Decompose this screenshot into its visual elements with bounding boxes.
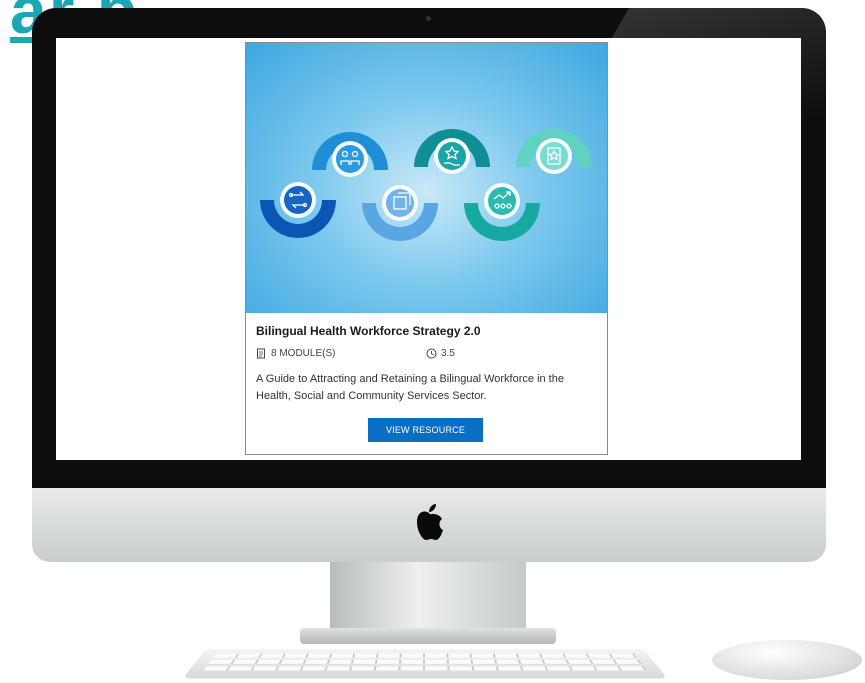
monitor-stand-base [300, 628, 556, 644]
card-illustration [246, 43, 607, 313]
card-title: Bilingual Health Workforce Strategy 2.0 [256, 324, 481, 338]
mouse [712, 640, 862, 680]
monitor-bezel: Bilingual Health Workforce Strategy 2.0 … [32, 8, 826, 488]
duration: 3.5 [426, 348, 455, 359]
camera-dot [426, 16, 431, 21]
monitor-screen: Bilingual Health Workforce Strategy 2.0 … [56, 38, 801, 460]
modules-label: 8 MODULE(S) [271, 348, 336, 359]
monitor-chin [32, 488, 826, 562]
resource-card[interactable]: Bilingual Health Workforce Strategy 2.0 … [245, 42, 608, 455]
clock-icon [426, 348, 437, 359]
view-resource-button[interactable]: VIEW RESOURCE [368, 418, 483, 442]
document-icon [257, 348, 265, 359]
apple-logo-icon [417, 504, 443, 540]
duration-label: 3.5 [441, 348, 455, 359]
card-description: A Guide to Attracting and Retaining a Bi… [256, 373, 564, 402]
keyboard [182, 648, 668, 679]
modules-count: 8 MODULE(S) [256, 348, 335, 359]
card-illustration-svg [260, 129, 592, 241]
